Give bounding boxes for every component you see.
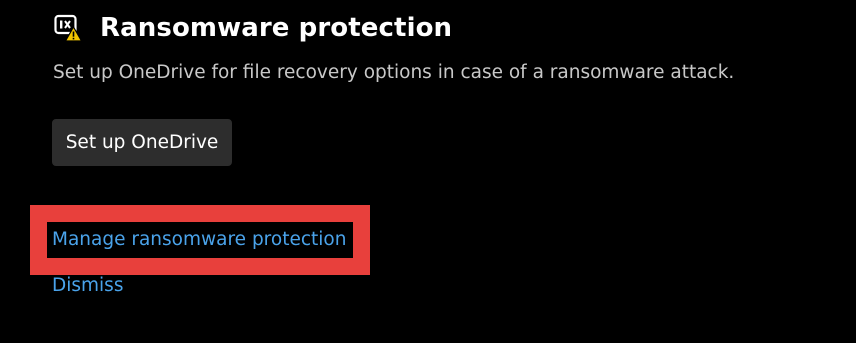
ransomware-protection-panel: Ransomware protection Set up OneDrive fo…	[0, 0, 856, 343]
set-up-onedrive-button[interactable]: Set up OneDrive	[52, 119, 232, 166]
section-header: Ransomware protection	[54, 10, 452, 46]
dismiss-link[interactable]: Dismiss	[52, 275, 123, 296]
section-description: Set up OneDrive for file recovery option…	[53, 62, 735, 83]
ransomware-warning-icon	[54, 13, 84, 43]
manage-ransomware-protection-link[interactable]: Manage ransomware protection	[52, 229, 346, 250]
section-title: Ransomware protection	[100, 13, 453, 43]
